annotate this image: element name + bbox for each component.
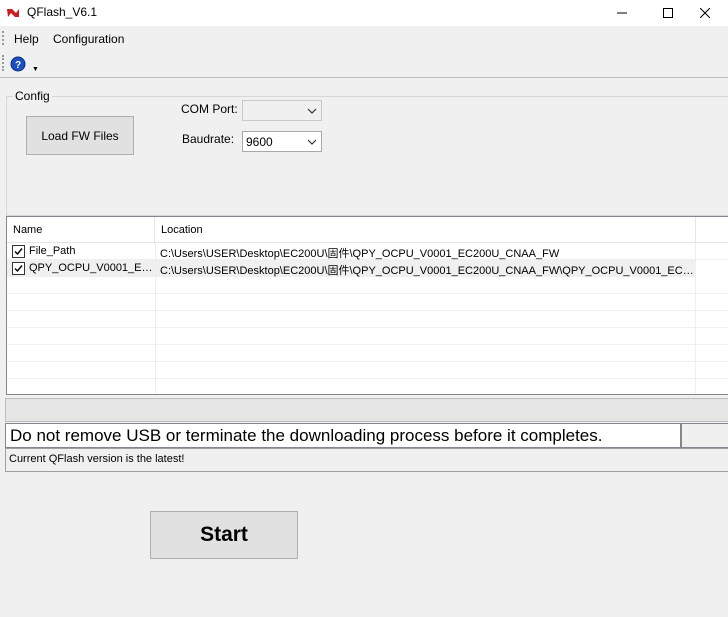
menu-bar: Help Configuration (0, 26, 728, 50)
com-port-label: COM Port: (181, 102, 238, 116)
svg-text:?: ? (15, 60, 21, 71)
menu-grip[interactable] (2, 31, 4, 45)
column-header-name[interactable]: Name (7, 217, 155, 243)
baudrate-value: 9600 (246, 135, 273, 149)
config-group: Config (6, 89, 728, 216)
empty-row (7, 311, 728, 328)
empty-row (7, 277, 728, 294)
empty-row (7, 362, 728, 379)
empty-row (7, 294, 728, 311)
version-status: Current QFlash version is the latest! (5, 448, 728, 472)
maximize-icon (663, 8, 673, 18)
column-header-location[interactable]: Location (155, 217, 696, 243)
toolbar: ? ▼ (0, 50, 728, 78)
empty-row (7, 328, 728, 345)
load-fw-files-button[interactable]: Load FW Files (26, 116, 134, 155)
check-icon (14, 265, 23, 273)
check-icon (14, 248, 23, 256)
toolbar-overflow-icon[interactable]: ▼ (32, 66, 39, 73)
com-port-select[interactable] (242, 100, 322, 121)
row-location: C:\Users\USER\Desktop\EC200U\固件\QPY_OCPU… (160, 265, 694, 277)
close-icon (700, 8, 710, 18)
menu-help[interactable]: Help (14, 32, 39, 46)
row-checkbox[interactable] (12, 262, 25, 275)
config-group-label: Config (13, 89, 52, 103)
list-row[interactable]: QPY_OCPU_V0001_EC... C:\Users\USER\Deskt… (7, 260, 695, 277)
minimize-icon (617, 12, 627, 14)
help-icon[interactable]: ? (8, 54, 28, 74)
close-button[interactable] (682, 0, 728, 26)
warning-message: Do not remove USB or terminate the downl… (5, 423, 681, 448)
list-header: Name Location (7, 217, 728, 243)
status-side-panel (681, 423, 728, 448)
row-location: C:\Users\USER\Desktop\EC200U\固件\QPY_OCPU… (160, 248, 560, 260)
baudrate-select[interactable]: 9600 (242, 131, 322, 152)
chevron-down-icon (307, 108, 317, 114)
row-checkbox[interactable] (12, 245, 25, 258)
title-bar: QFlash_V6.1 (0, 0, 728, 26)
window-title: QFlash_V6.1 (27, 5, 98, 19)
row-name: File_Path (29, 245, 76, 257)
start-button[interactable]: Start (150, 511, 298, 559)
menu-configuration[interactable]: Configuration (53, 32, 124, 46)
empty-row (7, 379, 728, 394)
chevron-down-icon (307, 139, 317, 145)
column-divider (695, 243, 696, 394)
empty-row (7, 345, 728, 362)
row-name: QPY_OCPU_V0001_EC... (29, 262, 153, 274)
qflash-logo-icon (7, 9, 19, 17)
progress-bar (5, 398, 728, 422)
file-list[interactable]: Name Location File_Path C:\Users\USER\De… (6, 216, 728, 395)
minimize-button[interactable] (599, 0, 645, 26)
column-divider (155, 243, 156, 394)
list-row[interactable]: File_Path C:\Users\USER\Desktop\EC200U\固… (7, 243, 728, 260)
toolbar-grip[interactable] (2, 55, 4, 71)
baudrate-label: Baudrate: (182, 132, 235, 146)
